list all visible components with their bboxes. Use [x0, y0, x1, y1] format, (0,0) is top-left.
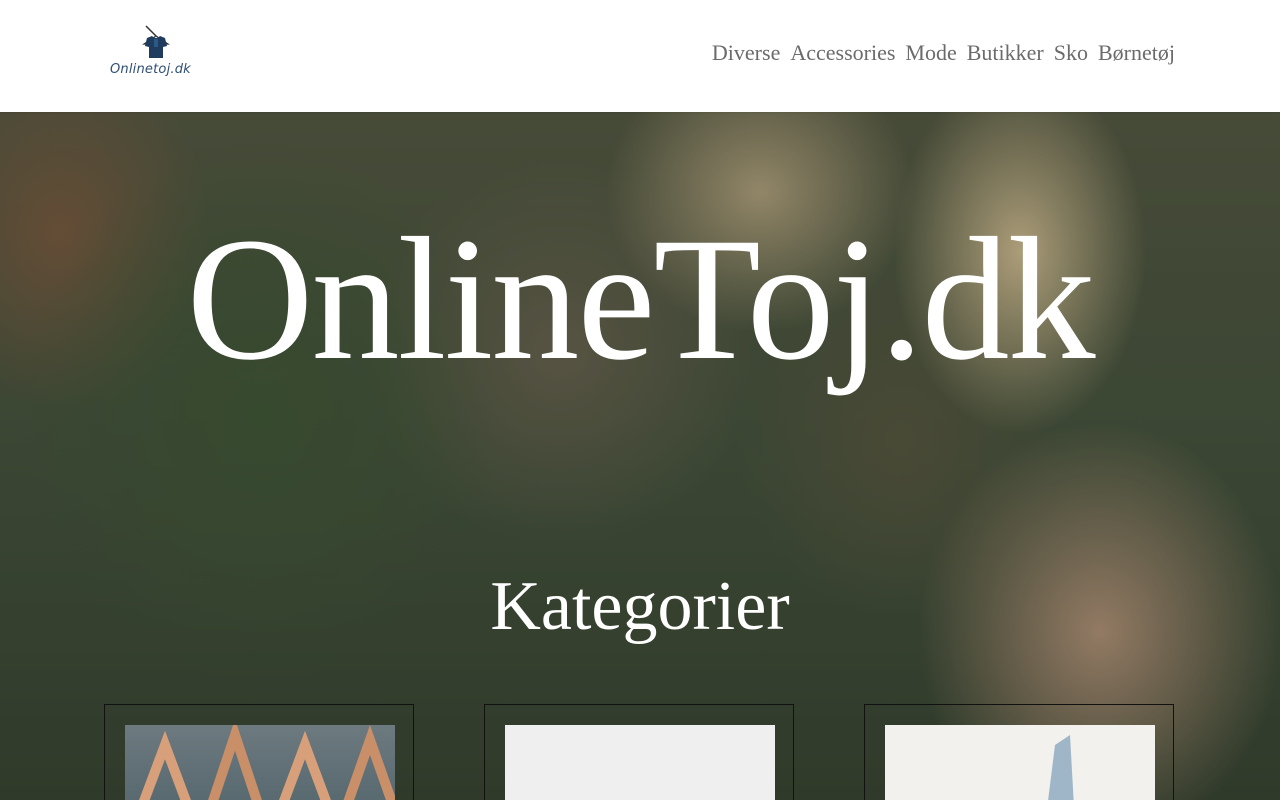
site-logo[interactable]: Onlinetoj.dk — [106, 24, 206, 82]
nav-link-mode[interactable]: Mode — [905, 40, 956, 66]
logo-text: Onlinetoj.dk — [110, 62, 191, 77]
hero-section: OnlineToj.dk Kategorier — [0, 112, 1280, 800]
category-image-shoes — [505, 725, 775, 800]
nav-link-butikker[interactable]: Butikker — [967, 40, 1044, 66]
category-image-hangers — [125, 725, 395, 800]
site-header: Onlinetoj.dk Diverse Accessories Mode Bu… — [0, 0, 1280, 112]
nav-link-diverse[interactable]: Diverse — [712, 40, 780, 66]
nav-link-bornetoj[interactable]: Børnetøj — [1098, 40, 1175, 66]
category-card-3[interactable] — [864, 704, 1174, 800]
category-image-clothing — [885, 725, 1155, 800]
hero-title: OnlineToj.dk — [186, 202, 1095, 397]
category-card-2[interactable] — [484, 704, 794, 800]
category-card-1[interactable] — [104, 704, 414, 800]
nav-link-sko[interactable]: Sko — [1054, 40, 1088, 66]
shirt-on-hanger-icon — [142, 25, 170, 58]
main-nav: Diverse Accessories Mode Butikker Sko Bø… — [712, 40, 1175, 66]
nav-link-accessories[interactable]: Accessories — [790, 40, 895, 66]
categories-heading: Kategorier — [490, 568, 790, 645]
